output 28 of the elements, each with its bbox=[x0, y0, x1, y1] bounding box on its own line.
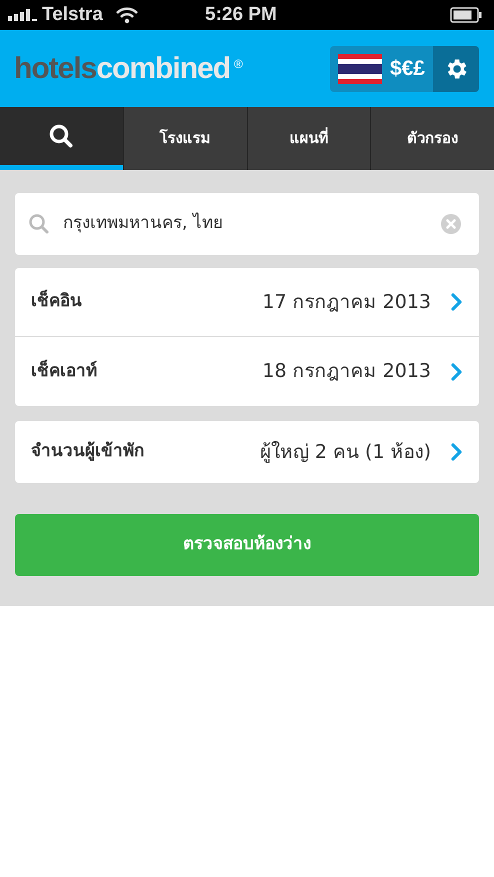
wifi-icon bbox=[114, 6, 139, 24]
row-label: จำนวนผู้เข้าพัก bbox=[31, 440, 144, 464]
row-value: ผู้ใหญ่ 2 คน (1 ห้อง) bbox=[260, 440, 431, 465]
chevron-icon bbox=[451, 443, 463, 461]
chevron-icon bbox=[451, 362, 463, 380]
registered-mark: ® bbox=[234, 56, 243, 73]
battery-icon bbox=[450, 7, 482, 23]
tab[interactable] bbox=[0, 107, 123, 170]
search-icon bbox=[27, 212, 51, 236]
option-row[interactable]: เช็คอิน 17 กรกฎาคม 2013 bbox=[15, 268, 479, 337]
option-row[interactable]: จำนวนผู้เข้าพัก ผู้ใหญ่ 2 คน (1 ห้อง) bbox=[15, 421, 479, 483]
clock: 5:26 PM bbox=[205, 2, 277, 27]
chevron-icon bbox=[451, 293, 463, 311]
flag-icon bbox=[338, 54, 382, 84]
search-icon bbox=[48, 123, 74, 149]
settings-button[interactable] bbox=[433, 46, 479, 92]
logo-text-light: combined bbox=[96, 51, 230, 87]
row-label: เช็คอิน bbox=[31, 289, 82, 314]
row-label: เช็คเอาท์ bbox=[31, 358, 97, 383]
signal-icon bbox=[8, 9, 38, 21]
option-row[interactable]: เช็คเอาท์ 18 กรกฎาคม 2013 bbox=[15, 337, 479, 406]
logo-text-dark: hotels bbox=[14, 51, 96, 87]
row-value: 17 กรกฎาคม 2013 bbox=[262, 290, 431, 315]
destination-value: กรุงเทพมหานคร, ไทย bbox=[63, 212, 223, 236]
carrier-name: Telstra bbox=[42, 2, 103, 27]
destination-field[interactable]: กรุงเทพมหานคร, ไทย bbox=[15, 193, 479, 255]
row-value: 18 กรกฎาคม 2013 bbox=[262, 359, 431, 384]
currency-button[interactable]: $€£ bbox=[330, 46, 433, 92]
